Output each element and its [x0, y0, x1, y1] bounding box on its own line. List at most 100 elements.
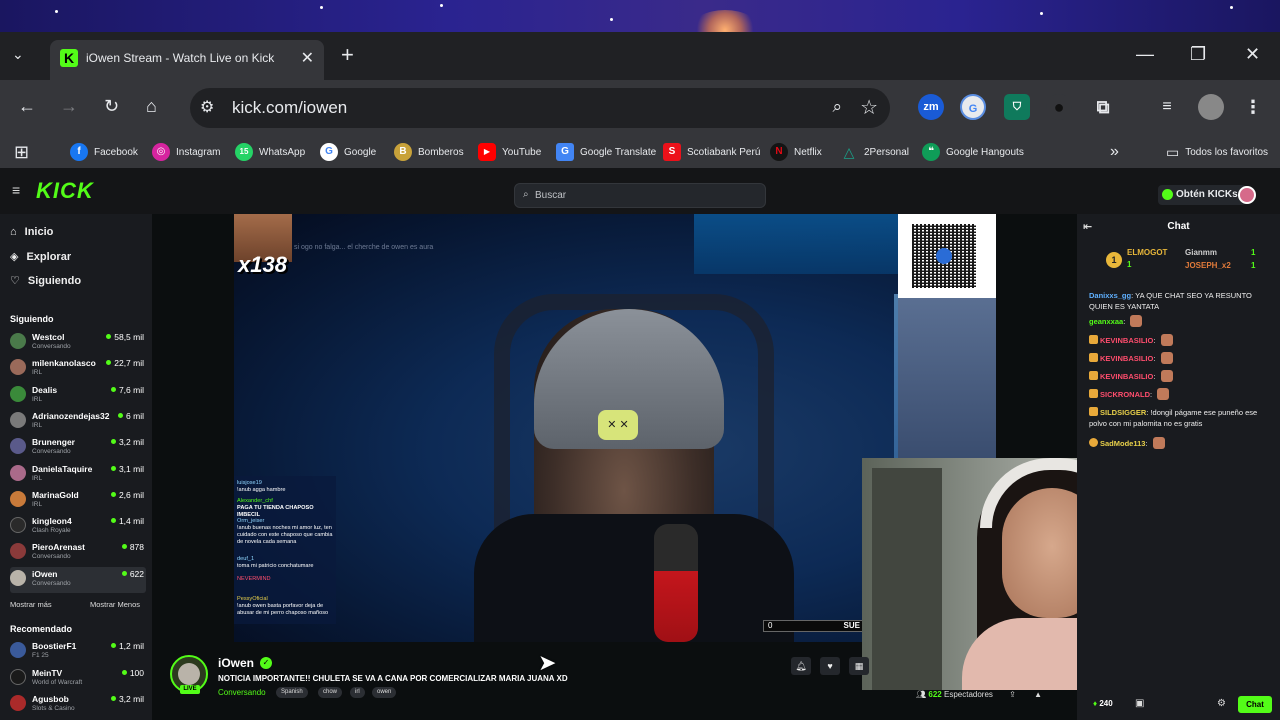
- bookmark-netflix[interactable]: N Netflix: [770, 142, 822, 162]
- recommended-header: Recomendado: [10, 624, 73, 634]
- profile-avatar[interactable]: [1198, 94, 1224, 120]
- avatar: [10, 669, 26, 685]
- apps-grid-icon[interactable]: ⊞: [14, 142, 29, 162]
- browser-toolbar: ← → ↻ ⌂ ⚙ kick.com/iowen ⌕ ☆ zm G ⛉ ● ⧉ …: [0, 80, 1280, 136]
- settings-gear-icon[interactable]: ⚙: [1217, 698, 1226, 709]
- avatar: [10, 491, 26, 507]
- bookmark-whatsapp[interactable]: 15 WhatsApp: [235, 142, 305, 162]
- chat-user[interactable]: geanxxaa: [1089, 317, 1123, 326]
- bookmark-instagram[interactable]: ◎ Instagram: [152, 142, 220, 162]
- bookmark-2personal[interactable]: △ 2Personal: [840, 142, 909, 162]
- address-bar[interactable]: ⚙ kick.com/iowen ⌕ ☆: [190, 88, 890, 128]
- nav-following[interactable]: ♡ Siguiendo: [10, 274, 81, 288]
- site-info-icon[interactable]: ⚙: [200, 97, 214, 117]
- media-control-icon[interactable]: ≡: [1154, 94, 1180, 120]
- chat-user[interactable]: Danixxs_gg: [1089, 291, 1131, 300]
- video-streamer-body: [474, 514, 794, 642]
- spy-extension-icon[interactable]: ●: [1046, 94, 1072, 120]
- kick-logo[interactable]: KICK: [36, 178, 94, 204]
- chat-send-button[interactable]: Chat: [1238, 696, 1272, 713]
- bookmark-facebook[interactable]: f Facebook: [70, 142, 138, 162]
- home-icon[interactable]: ⌂: [146, 96, 157, 117]
- sidebar-channel-agusbob[interactable]: Agusbob Slots & Casino 3,2 mil: [10, 692, 146, 718]
- shield-extension-icon[interactable]: ⛉: [1004, 94, 1030, 120]
- nav-home[interactable]: ⌂ Inicio: [10, 226, 53, 238]
- sidebar-channel-boostierf1[interactable]: BoostierF1 F1 25 1,2 mil: [10, 639, 146, 665]
- sidebar-channel-danielataquire[interactable]: DanielaTaquire IRL 3,1 mil: [10, 462, 146, 488]
- bookmark-bomberos[interactable]: B Bomberos: [394, 142, 464, 162]
- user-avatar[interactable]: [1238, 186, 1256, 204]
- sidebar-channel-westcol[interactable]: Westcol Conversando 58,5 mil: [10, 330, 146, 356]
- bookmark-youtube[interactable]: ▶ YouTube: [478, 142, 541, 162]
- sidebar-channel-dealis[interactable]: Dealis IRL 7,6 mil: [10, 383, 146, 409]
- get-kicks-button[interactable]: Obtén KICKs: [1158, 185, 1246, 205]
- heart-icon: ♡: [10, 275, 20, 287]
- kicks-balance[interactable]: 240: [1093, 699, 1112, 708]
- bookmark-google-translate[interactable]: G Google Translate: [556, 142, 656, 162]
- extensions-puzzle-icon[interactable]: ⧉: [1090, 94, 1116, 120]
- sidebar-channel-meintv[interactable]: MeinTV World of Warcraft 100: [10, 666, 146, 692]
- chat-user[interactable]: SILDSIGGER: [1100, 408, 1146, 417]
- chat-user[interactable]: SadMode113: [1100, 439, 1145, 448]
- close-window-icon[interactable]: ✕: [1245, 44, 1260, 65]
- following-header: Siguiendo: [10, 314, 54, 324]
- nav-explore[interactable]: ◈ Explorar: [10, 250, 71, 264]
- restore-icon[interactable]: ❐: [1190, 44, 1206, 65]
- chat-user[interactable]: KEVINBASILIO: [1100, 354, 1153, 363]
- tag-irl[interactable]: irl: [350, 687, 365, 698]
- video-top-caption: si ogo no falga... el cherche de owen es…: [294, 244, 434, 251]
- bookmark-star-icon[interactable]: ☆: [860, 95, 878, 120]
- streamer-name[interactable]: iOwen: [218, 656, 254, 670]
- more-bookmarks-chevron-icon[interactable]: »: [1110, 142, 1119, 162]
- minimize-icon[interactable]: —: [1136, 44, 1154, 65]
- zoom-magnifier-icon[interactable]: ⌕: [832, 97, 842, 117]
- zm-extension-icon[interactable]: zm: [918, 94, 944, 120]
- bookmark-google[interactable]: G Google: [320, 142, 376, 162]
- new-tab-plus-icon[interactable]: +: [341, 42, 354, 68]
- share-icon[interactable]: ⇪: [1009, 690, 1016, 699]
- close-tab-icon[interactable]: ✕: [301, 48, 314, 68]
- sidebar-channel-milenkanolasco[interactable]: milenkanolasco IRL 22,7 mil: [10, 356, 146, 382]
- browser-tab[interactable]: K iOwen Stream - Watch Live on Kick ✕: [50, 40, 324, 80]
- viewer-number: 622: [928, 690, 942, 699]
- tag-owen[interactable]: owen: [372, 687, 397, 698]
- google-translate-icon: G: [556, 143, 574, 161]
- report-icon[interactable]: ▲: [1034, 690, 1042, 699]
- sidebar-channel-kingleon4[interactable]: kingleon4 Clash Royale 1,4 mil: [10, 514, 146, 540]
- show-less-link[interactable]: Mostrar Menos: [90, 600, 140, 609]
- tag-chow[interactable]: chow: [318, 687, 343, 698]
- tag-spanish[interactable]: Spanish: [276, 687, 308, 698]
- bookmark-google-hangouts[interactable]: ❝ Google Hangouts: [922, 142, 1024, 162]
- sidebar-channel-adrianozendejas32[interactable]: Adrianozendejas32 IRL 6 mil: [10, 409, 146, 435]
- bookmark-scotiabank[interactable]: S Scotiabank Perú: [663, 142, 760, 162]
- google-translate-extension-icon[interactable]: G: [960, 94, 986, 120]
- collapse-chat-icon[interactable]: ⇤: [1083, 214, 1092, 240]
- gift-box-icon[interactable]: ▣: [1135, 698, 1144, 709]
- search-input[interactable]: ⌕ Buscar: [514, 183, 766, 208]
- url-text[interactable]: kick.com/iowen: [232, 98, 347, 118]
- sidebar-channel-iowen[interactable]: iOwen Conversando 622: [10, 567, 146, 593]
- gift-icon[interactable]: ▦: [849, 657, 869, 675]
- leader-name: ELMOGOT: [1127, 248, 1168, 257]
- sidebar-channel-marinagold[interactable]: MarinaGold IRL 2,6 mil: [10, 488, 146, 514]
- browser-menu-icon[interactable]: ⋮: [1240, 94, 1266, 120]
- stream-category[interactable]: Conversando: [218, 688, 266, 697]
- emote-icon: [1160, 370, 1173, 382]
- wallpaper-star: [440, 4, 443, 7]
- back-arrow-icon[interactable]: ←: [18, 96, 36, 117]
- forward-arrow-icon[interactable]: →: [60, 96, 78, 117]
- chat-user[interactable]: KEVINBASILIO: [1100, 372, 1153, 381]
- sidebar-channel-pieroarenast[interactable]: PieroArenast Conversando 878: [10, 540, 146, 566]
- all-bookmarks-folder[interactable]: ▭ Todos los favoritos: [1166, 142, 1268, 162]
- show-more-link[interactable]: Mostrar más: [10, 600, 52, 609]
- notification-bell-icon[interactable]: 🔔︎: [791, 657, 811, 675]
- follow-heart-icon[interactable]: ♥: [820, 657, 840, 675]
- folder-icon: ▭: [1166, 143, 1180, 160]
- chat-user[interactable]: KEVINBASILIO: [1100, 336, 1153, 345]
- hamburger-menu-icon[interactable]: ≡: [12, 182, 20, 198]
- reload-icon[interactable]: ↻: [104, 96, 119, 117]
- sub-badge-icon: [1089, 438, 1098, 447]
- tab-search-chevron-icon[interactable]: ⌄: [12, 46, 24, 63]
- sidebar-channel-brunenger[interactable]: Brunenger Conversando 3,2 mil: [10, 435, 146, 461]
- chat-user[interactable]: SICKRONALD: [1100, 390, 1150, 399]
